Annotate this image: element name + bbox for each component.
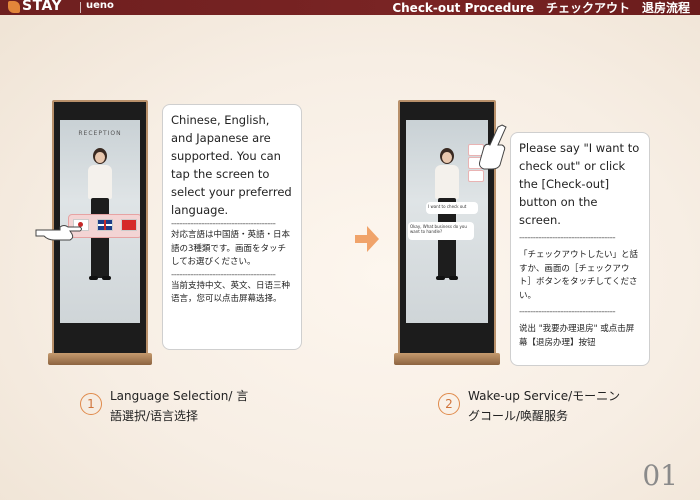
divider: -------------------------------------- (171, 219, 276, 229)
brand-name: STAY (22, 0, 63, 14)
divider: -------------------------------------- (171, 269, 276, 280)
brand-divider (80, 2, 81, 13)
brand-logo-icon (8, 1, 20, 13)
brand-location: ueno (86, 0, 114, 11)
kiosk-base (48, 353, 152, 365)
divider: ----------------------------------- (519, 307, 616, 317)
arrow-right-icon (355, 226, 379, 252)
chat-bot-message: Okay, What business do you want to handl… (408, 222, 474, 240)
divider: ----------------------------------- (519, 233, 616, 243)
instruction-chinese: 说出 "我要办理退房" 或点击屏幕【退房办理】按钮 (519, 324, 635, 348)
instruction-chinese: 当前支持中文、英文、日语三种语言，您可以点击屏幕选择。 (171, 280, 291, 305)
pointing-hand-icon (35, 225, 82, 241)
uk-flag-icon[interactable] (97, 219, 113, 231)
step-number: 1 (80, 393, 102, 415)
step-2: 2 Wake-up Service/モーニングコール/唤醒服务 (438, 386, 628, 426)
callout-checkout-instructions: Please say "I want to check out" or clic… (510, 132, 650, 366)
cn-flag-icon[interactable] (121, 219, 137, 231)
step-label: Language Selection/ 言語選択/语言选择 (110, 389, 249, 423)
step-number: 2 (438, 393, 460, 415)
instruction-english: Please say "I want to check out" or clic… (519, 141, 640, 227)
chat-user-message: I want to check out (426, 202, 478, 214)
header-bar: STAY ueno Check-out Procedure チェックアウト 退房… (0, 0, 700, 15)
instruction-japanese: 「チェックアウトしたい」と話すか、画面の［チェックアウト］ボタンをタッチしてくだ… (519, 250, 639, 301)
instruction-english: Chinese, English, and Japanese are suppo… (171, 113, 292, 217)
instruction-japanese: 対応言語は中国語・英語・日本語の3種類です。画面をタッチしてお選びください。 (171, 230, 291, 267)
page-number: 01 (642, 459, 678, 492)
step-label: Wake-up Service/モーニングコール/唤醒服务 (468, 389, 621, 423)
callout-language-instructions: Chinese, English, and Japanese are suppo… (162, 104, 302, 350)
service-button[interactable] (468, 170, 484, 182)
step-1: 1 Language Selection/ 言語選択/语言选择 (80, 386, 250, 426)
kiosk-screen-title: RECEPTION (78, 130, 122, 137)
pointing-hand-icon (479, 124, 507, 170)
kiosk-base (394, 353, 500, 365)
page-title: Check-out Procedure チェックアウト 退房流程 (392, 1, 690, 15)
